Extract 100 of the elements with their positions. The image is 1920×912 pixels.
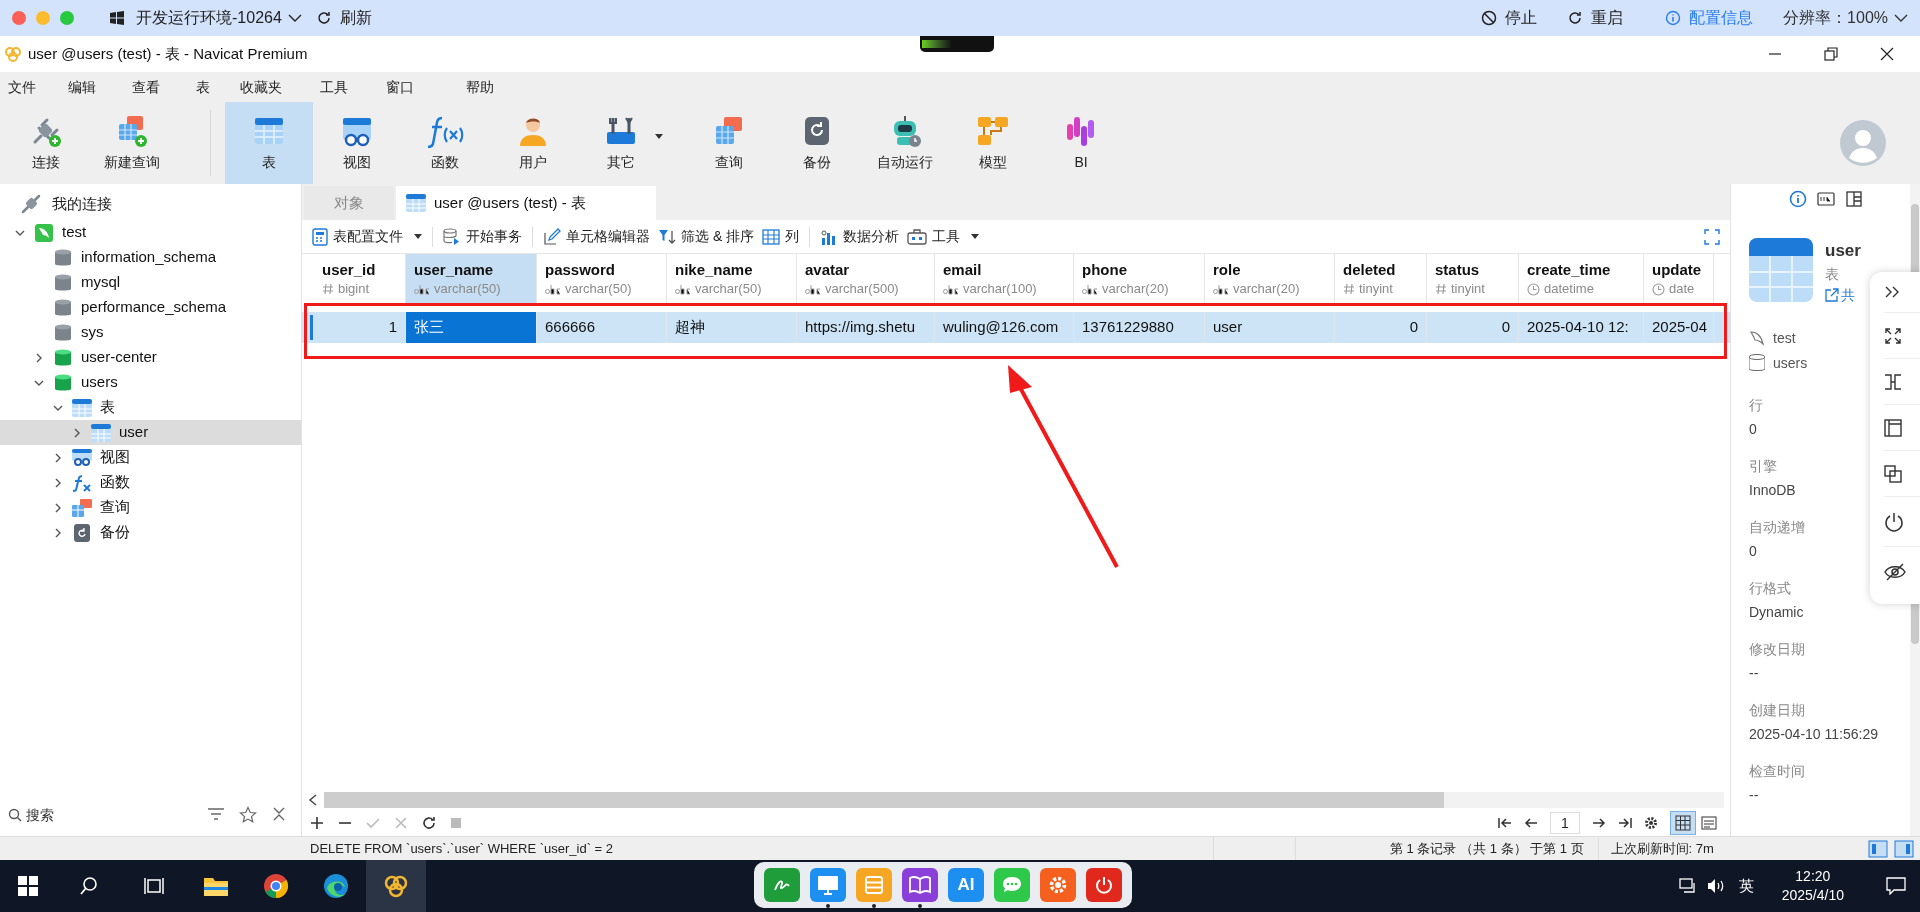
tree-item[interactable]: performance_schema: [0, 295, 301, 320]
menu-item[interactable]: 查看: [132, 76, 196, 98]
toolbar-button[interactable]: 开始事务: [439, 223, 526, 250]
task-view-icon[interactable]: [144, 876, 164, 896]
grid-view-button[interactable]: [1670, 811, 1696, 835]
network-icon[interactable]: [1678, 878, 1697, 894]
dock-app-button[interactable]: [902, 868, 938, 902]
table-cell[interactable]: 2025-04-10 12:: [1519, 312, 1644, 343]
restore-icon[interactable]: [1824, 47, 1838, 61]
notification-icon[interactable]: [1886, 877, 1906, 895]
star-icon[interactable]: [239, 806, 257, 824]
toolbar-button[interactable]: 工具: [903, 223, 984, 250]
close-icon[interactable]: [1880, 47, 1894, 61]
dock-app-button[interactable]: [1040, 868, 1076, 902]
search-field[interactable]: 搜索: [26, 804, 176, 826]
tree-item[interactable]: 函数: [0, 470, 301, 495]
toolbar-button[interactable]: 新建查询: [82, 102, 182, 184]
info-icon[interactable]: [1788, 190, 1807, 208]
toolbar-button[interactable]: 表配置文件: [308, 223, 426, 250]
previous-page-icon[interactable]: [1524, 817, 1538, 829]
page-number-field[interactable]: 1: [1550, 812, 1580, 834]
left-panel-icon[interactable]: [1868, 839, 1888, 858]
table-cell[interactable]: wuling@126.com: [935, 312, 1074, 343]
toolbar-button[interactable]: 筛选 & 排序: [654, 223, 759, 250]
share-button[interactable]: 共: [1825, 284, 1861, 306]
collapse-icon[interactable]: [271, 806, 287, 822]
search-icon[interactable]: [79, 876, 99, 896]
menu-item[interactable]: 工具: [320, 76, 386, 98]
caret-icon[interactable]: [414, 233, 422, 240]
table-cell[interactable]: 666666: [537, 312, 667, 343]
table-cell[interactable]: 0: [1335, 312, 1427, 343]
menu-item[interactable]: 窗口: [386, 76, 466, 98]
next-page-icon[interactable]: [1592, 817, 1606, 829]
toolbar-button[interactable]: 查询: [685, 102, 773, 184]
tree-item[interactable]: mysql: [0, 270, 301, 295]
input-method[interactable]: 英: [1734, 874, 1758, 898]
menu-item[interactable]: 收藏夹: [240, 76, 320, 98]
menu-item[interactable]: 表: [196, 76, 240, 98]
first-page-icon[interactable]: [1498, 817, 1512, 829]
toolbar-button[interactable]: 其它: [577, 102, 665, 184]
toolbar-button[interactable]: 用户: [489, 102, 577, 184]
tree-item[interactable]: user-center: [0, 345, 301, 370]
toolbar-button[interactable]: BI: [1037, 102, 1125, 184]
hide-icon[interactable]: [1884, 562, 1906, 581]
stop-button[interactable]: 停止: [1481, 6, 1538, 30]
toolbar-button[interactable]: 连接: [10, 102, 82, 184]
tree-item[interactable]: 视图: [0, 445, 301, 470]
clock[interactable]: 12:20 2025/4/10: [1767, 867, 1858, 905]
scrollbar-thumb[interactable]: [324, 792, 1444, 808]
refresh-button[interactable]: 刷新: [315, 6, 372, 30]
split-view-icon[interactable]: [1844, 190, 1863, 208]
dock-app-button[interactable]: [764, 868, 800, 902]
fit-screen-icon[interactable]: [1884, 326, 1902, 345]
table-cell[interactable]: 张三: [406, 312, 537, 343]
add-icon[interactable]: [310, 816, 324, 830]
taskbar-app-button[interactable]: [366, 860, 426, 912]
tree-item[interactable]: sys: [0, 320, 301, 345]
layout-icon[interactable]: [1884, 418, 1902, 437]
start-icon[interactable]: [18, 876, 38, 896]
table-cell[interactable]: 2025-04: [1644, 312, 1714, 343]
filter-icon[interactable]: [207, 806, 225, 822]
refresh-icon[interactable]: [422, 816, 436, 830]
toolbar-button[interactable]: 单元格编辑器: [539, 223, 654, 250]
dock-app-button[interactable]: [1086, 868, 1122, 902]
caret-icon[interactable]: [971, 233, 980, 240]
fullscreen-icon[interactable]: [1704, 228, 1720, 245]
expand-icon[interactable]: [1884, 285, 1900, 299]
menu-item[interactable]: 文件: [8, 76, 68, 98]
tree-item[interactable]: test: [0, 220, 301, 245]
toolbar-button[interactable]: 模型: [949, 102, 1037, 184]
menu-item[interactable]: 编辑: [68, 76, 132, 98]
environment-dropdown[interactable]: 开发运行环境-10264: [136, 6, 302, 30]
scroll-left-icon[interactable]: [308, 794, 318, 806]
tree-item[interactable]: 备份: [0, 520, 301, 545]
ddl-icon[interactable]: [1816, 190, 1835, 208]
volume-icon[interactable]: [1706, 878, 1725, 894]
tree-item[interactable]: information_schema: [0, 245, 301, 270]
toolbar-button[interactable]: 视图: [313, 102, 401, 184]
settings-icon[interactable]: [1644, 816, 1658, 830]
table-cell[interactable]: https://img.shetu: [797, 312, 935, 343]
tree-item[interactable]: 表: [0, 395, 301, 420]
toolbar-button[interactable]: 自动运行: [861, 102, 949, 184]
menu-item[interactable]: 帮助: [466, 76, 526, 98]
table-cell[interactable]: 超神: [667, 312, 797, 343]
overlap-squares-icon[interactable]: [1884, 464, 1902, 483]
toolbar-button[interactable]: 备份: [773, 102, 861, 184]
table-cell[interactable]: 0: [1427, 312, 1519, 343]
tree-item[interactable]: users: [0, 370, 301, 395]
check-icon[interactable]: [366, 816, 380, 830]
dock-app-button[interactable]: [810, 868, 846, 902]
split-icon[interactable]: [1884, 372, 1902, 391]
last-page-icon[interactable]: [1618, 817, 1632, 829]
restart-button[interactable]: 重启: [1567, 6, 1624, 30]
caret-icon[interactable]: [655, 134, 663, 140]
toolbar-button[interactable]: 列: [758, 223, 804, 250]
table-cell[interactable]: 13761229880: [1074, 312, 1205, 343]
tree-item[interactable]: user: [0, 420, 301, 445]
toolbar-button[interactable]: 函数: [401, 102, 489, 184]
toolbar-button[interactable]: 表: [225, 102, 313, 184]
tab[interactable]: user @users (test) - 表: [396, 186, 656, 220]
